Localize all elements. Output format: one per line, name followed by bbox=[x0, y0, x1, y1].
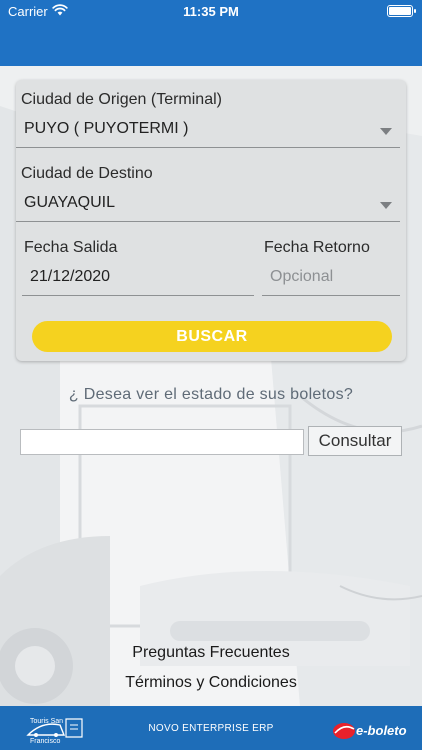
brand-text: e-boleto bbox=[356, 723, 407, 738]
return-date-field[interactable]: Opcional bbox=[262, 260, 400, 296]
logo-line2: Francisco bbox=[30, 738, 60, 745]
e-boleto-logo: e-boleto bbox=[333, 723, 407, 739]
departure-date-label: Fecha Salida bbox=[24, 239, 118, 256]
ticket-code-input[interactable] bbox=[20, 429, 304, 455]
search-form-card: Ciudad de Origen (Terminal) PUYO ( PUYOT… bbox=[16, 80, 406, 361]
origin-value: PUYO ( PUYOTERMI ) bbox=[24, 120, 189, 137]
terms-link[interactable]: Términos y Condiciones bbox=[0, 674, 422, 692]
status-bar: Carrier 11:35 PM bbox=[0, 0, 422, 22]
ticket-status-question: ¿ Desea ver el estado de sus boletos? bbox=[68, 386, 354, 403]
dropdown-arrow-icon bbox=[380, 128, 392, 135]
return-date-label: Fecha Retorno bbox=[264, 239, 370, 256]
battery-icon bbox=[387, 5, 416, 17]
footer-bar: Touris San Francisco NOVO ENTERPRISE ERP… bbox=[0, 706, 422, 750]
destination-label: Ciudad de Destino bbox=[21, 165, 153, 182]
navigation-bar bbox=[0, 22, 422, 66]
return-date-placeholder: Opcional bbox=[270, 268, 334, 285]
destination-select[interactable]: GUAYAQUIL bbox=[16, 186, 400, 222]
search-button[interactable]: BUSCAR bbox=[32, 321, 392, 352]
clock: 11:35 PM bbox=[183, 4, 239, 19]
dropdown-arrow-icon bbox=[380, 202, 392, 209]
destination-value: GUAYAQUIL bbox=[24, 194, 115, 211]
departure-date-value: 21/12/2020 bbox=[30, 268, 111, 285]
origin-label: Ciudad de Origen (Terminal) bbox=[21, 91, 222, 108]
departure-date-field[interactable]: 21/12/2020 bbox=[22, 260, 254, 296]
origin-select[interactable]: PUYO ( PUYOTERMI ) bbox=[16, 112, 400, 148]
consult-button[interactable]: Consultar bbox=[308, 426, 402, 456]
faq-link[interactable]: Preguntas Frecuentes bbox=[0, 644, 422, 662]
